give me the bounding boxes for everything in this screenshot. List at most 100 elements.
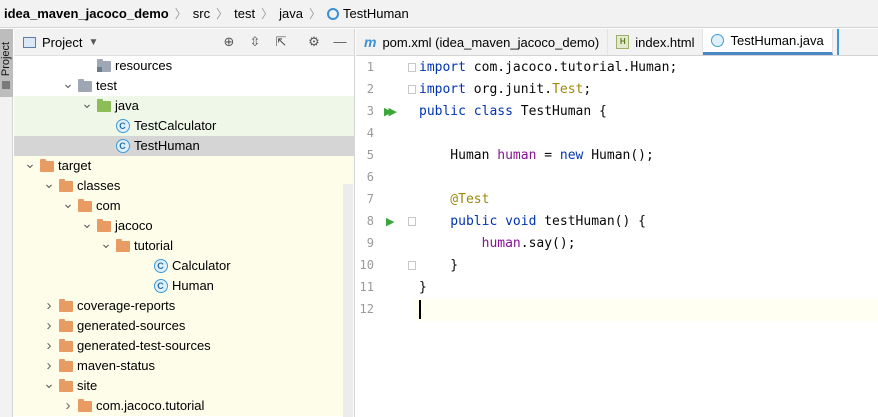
project-panel: Project ▼ ⊕ ⇳ ⇱ ⚙ — resources ⌄ test ⌄ java C… bbox=[14, 29, 355, 417]
collapse-all-icon[interactable]: ⇱ bbox=[273, 34, 289, 50]
run-test-icon[interactable]: ▶ bbox=[386, 215, 394, 228]
breadcrumb-file[interactable]: TestHuman bbox=[343, 6, 409, 21]
tree-node[interactable]: › coverage-reports bbox=[14, 296, 354, 316]
tree-node[interactable]: C Human bbox=[14, 276, 354, 296]
tree-node[interactable]: ⌄ java bbox=[14, 96, 354, 116]
tree-node-label: resources bbox=[115, 58, 173, 73]
code-token: @Test bbox=[419, 192, 490, 207]
code-token: com.jacoco.tutorial.Human; bbox=[465, 60, 678, 75]
code-token: Human bbox=[419, 148, 498, 163]
chevron-down-icon[interactable]: ⌄ bbox=[81, 216, 93, 230]
class-icon: C bbox=[116, 139, 130, 153]
code-token: org.junit. bbox=[465, 82, 553, 97]
tool-window-strip: Project bbox=[0, 29, 13, 417]
code-token: ; bbox=[583, 82, 592, 97]
editor-tab[interactable]: m pom.xml (idea_maven_jacoco_demo) bbox=[356, 29, 609, 55]
code-token: } bbox=[419, 280, 427, 295]
tree-node-label: com.jacoco.tutorial bbox=[96, 398, 205, 413]
project-tool-label: Project bbox=[0, 41, 12, 77]
html-icon: H bbox=[616, 35, 630, 49]
project-view-icon bbox=[23, 36, 36, 48]
editor-tabs: m pom.xml (idea_maven_jacoco_demo) Hindex.… bbox=[356, 29, 878, 56]
gear-icon[interactable]: ⚙ bbox=[306, 34, 322, 50]
code-line: } bbox=[419, 255, 458, 277]
chevron-right-icon[interactable]: › bbox=[43, 296, 55, 315]
tree-node-label: test bbox=[96, 78, 117, 93]
text-caret bbox=[419, 300, 421, 319]
tree-node-label: jacoco bbox=[115, 218, 153, 233]
breadcrumb-project[interactable]: idea_maven_jacoco_demo bbox=[4, 6, 169, 21]
class-icon bbox=[711, 34, 725, 47]
editor-tab[interactable]: Hindex.html bbox=[608, 29, 704, 55]
line-number: 3 bbox=[366, 104, 374, 118]
tree-node[interactable]: › generated-test-sources bbox=[14, 336, 354, 356]
line-number: 4 bbox=[366, 126, 374, 140]
tree-node[interactable]: ⌄ classes bbox=[14, 176, 354, 196]
chevron-right-icon[interactable]: › bbox=[43, 336, 55, 355]
project-tool-tab[interactable]: Project bbox=[0, 29, 13, 97]
line-number: 12 bbox=[359, 302, 374, 316]
project-panel-header: Project ▼ ⊕ ⇳ ⇱ ⚙ — bbox=[14, 29, 354, 56]
code-line: import org.junit.Test; bbox=[419, 79, 591, 101]
folder-icon bbox=[59, 359, 73, 372]
code-line: human.say(); bbox=[419, 233, 576, 255]
tree-node[interactable]: C TestCalculator bbox=[14, 116, 354, 136]
chevron-down-icon[interactable]: ⌄ bbox=[62, 196, 74, 210]
class-icon: C bbox=[154, 279, 168, 293]
breadcrumb-separator: 〉 bbox=[308, 7, 321, 21]
chevron-right-icon[interactable]: › bbox=[62, 396, 74, 415]
tree-node[interactable]: C Calculator bbox=[14, 256, 354, 276]
folder-icon bbox=[78, 79, 92, 92]
chevron-down-icon[interactable]: ⌄ bbox=[62, 76, 74, 90]
chevron-down-icon[interactable]: ⌄ bbox=[43, 176, 55, 190]
chevron-down-icon[interactable]: ⌄ bbox=[100, 236, 112, 250]
run-all-tests-icon[interactable]: ▶▶ bbox=[384, 105, 397, 118]
tree-node[interactable]: C TestHuman bbox=[14, 136, 354, 156]
tree-scrollbar[interactable] bbox=[343, 184, 353, 417]
chevron-down-icon[interactable]: ⌄ bbox=[81, 96, 93, 110]
tree-node[interactable]: ⌄ jacoco bbox=[14, 216, 354, 236]
line-number: 8 bbox=[366, 214, 374, 228]
tree-node[interactable]: › maven-status bbox=[14, 356, 354, 376]
code-token: public void bbox=[419, 214, 537, 229]
code-token: human bbox=[419, 236, 521, 251]
tab-overflow-icon[interactable] bbox=[836, 29, 849, 55]
tree-node[interactable]: ⌄ tutorial bbox=[14, 236, 354, 256]
minimize-icon[interactable]: — bbox=[332, 34, 348, 50]
chevron-down-icon[interactable]: ▼ bbox=[88, 37, 98, 48]
code-token: .say(); bbox=[520, 236, 576, 251]
breadcrumb-java[interactable]: java bbox=[279, 6, 303, 21]
tree-node-label: maven-status bbox=[77, 358, 156, 373]
code-token: } bbox=[419, 258, 459, 273]
tree-node-label: generated-sources bbox=[77, 318, 186, 333]
tree-node[interactable]: ⌄ target bbox=[14, 156, 354, 176]
tree-node[interactable]: resources bbox=[14, 56, 354, 76]
line-number: 7 bbox=[366, 192, 374, 206]
line-number: 5 bbox=[366, 148, 374, 162]
expand-all-icon[interactable]: ⇳ bbox=[247, 34, 263, 50]
tree-node[interactable]: › com.jacoco.tutorial bbox=[14, 396, 354, 416]
chevron-right-icon[interactable]: › bbox=[43, 316, 55, 335]
tree-node[interactable]: ⌄ test bbox=[14, 76, 354, 96]
project-view-title[interactable]: Project bbox=[42, 35, 82, 50]
chevron-down-icon[interactable]: ⌄ bbox=[43, 376, 55, 390]
locate-file-icon[interactable]: ⊕ bbox=[221, 34, 237, 50]
tree-node[interactable]: ⌄ com bbox=[14, 196, 354, 216]
folder-icon bbox=[40, 159, 54, 172]
tree-node-label: classes bbox=[77, 178, 121, 193]
breadcrumb-test[interactable]: test bbox=[234, 6, 255, 21]
editor-tab[interactable]: TestHuman.java bbox=[703, 29, 833, 55]
tree-node[interactable]: ⌄ site bbox=[14, 376, 354, 396]
code-line: public void testHuman() { bbox=[419, 211, 646, 233]
code-editor[interactable]: import com.jacoco.tutorial.Human; import … bbox=[414, 57, 878, 417]
tree-node[interactable]: › generated-sources bbox=[14, 316, 354, 336]
class-icon bbox=[326, 7, 339, 20]
class-icon: C bbox=[116, 119, 130, 133]
tree-node-label: site bbox=[77, 378, 98, 393]
breadcrumb-separator: 〉 bbox=[174, 7, 187, 21]
chevron-down-icon[interactable]: ⌄ bbox=[24, 156, 36, 170]
tree-node-label: Calculator bbox=[172, 258, 231, 273]
chevron-right-icon[interactable]: › bbox=[43, 356, 55, 375]
breadcrumb-src[interactable]: src bbox=[193, 6, 210, 21]
folder-icon bbox=[59, 379, 73, 392]
